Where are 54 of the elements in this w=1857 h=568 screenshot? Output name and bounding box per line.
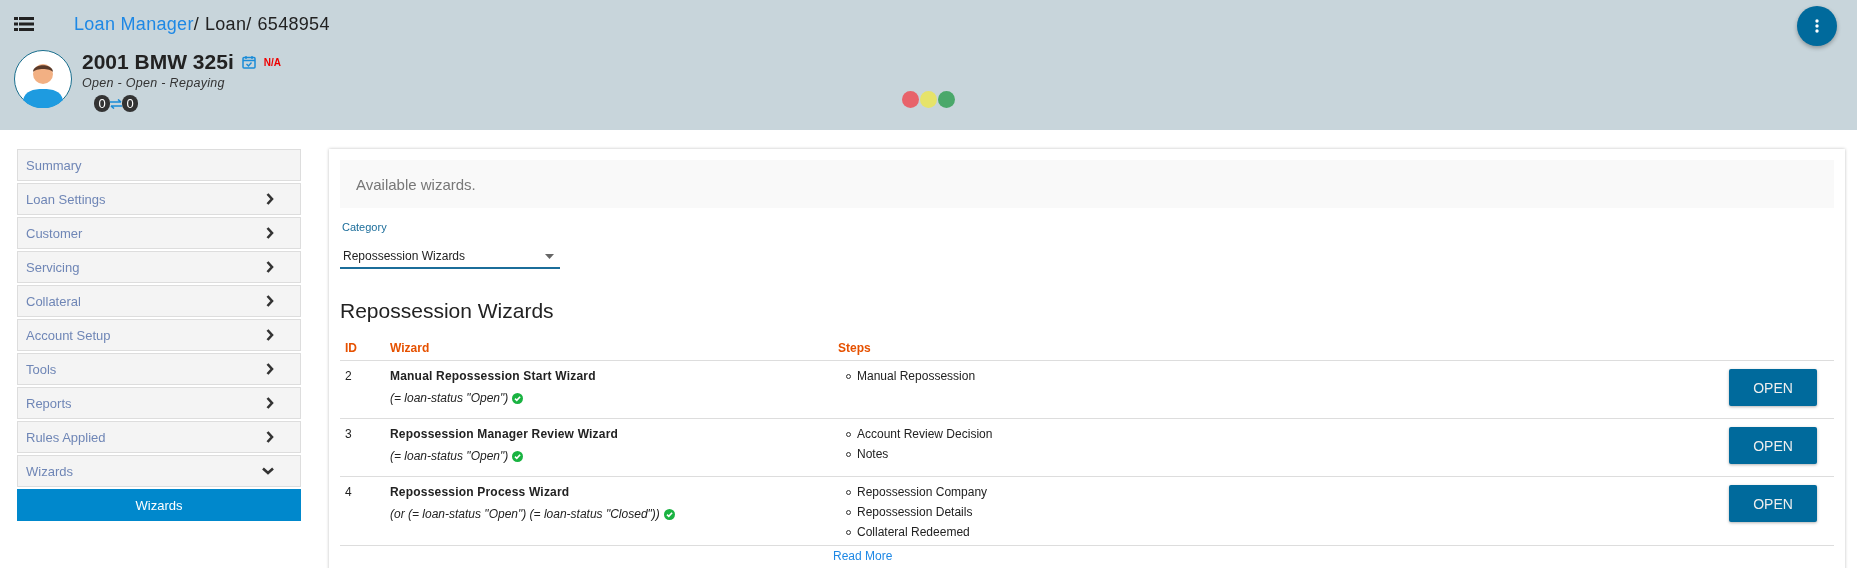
sidebar-item[interactable]: Account Setup — [17, 319, 301, 351]
read-more-link[interactable]: Read More — [833, 549, 893, 563]
sidebar-subitem[interactable]: Wizards — [17, 489, 301, 521]
sidebar-item[interactable]: Loan Settings — [17, 183, 301, 215]
open-button[interactable]: OPEN — [1729, 369, 1817, 406]
category-select[interactable]: Repossession Wizards — [340, 245, 560, 269]
breadcrumb-link[interactable]: Loan Manager — [74, 13, 194, 35]
wizard-name: Repossession Manager Review Wizard — [390, 427, 620, 441]
sidebar-item[interactable]: Reports — [17, 387, 301, 419]
calendar-check-icon[interactable] — [241, 55, 256, 69]
wizard-name: Repossession Process Wizard — [390, 485, 571, 499]
breadcrumb-item: Loan — [205, 13, 247, 35]
column-header: Wizard — [389, 341, 431, 355]
info-banner: Available wizards. — [340, 160, 1834, 208]
loan-status: Open - Open - Repaying — [82, 76, 226, 90]
wizard-condition: (= loan-status "Open") — [390, 391, 509, 405]
sidebar-item[interactable]: Summary — [17, 149, 301, 181]
count-badge: 0 — [94, 95, 110, 112]
list-menu-icon[interactable] — [14, 16, 34, 32]
caret-icon — [545, 253, 554, 259]
wizard-step: Repossession Company — [857, 485, 988, 499]
wizard-step: Account Review Decision — [857, 427, 993, 441]
sidebar-item[interactable]: Wizards — [17, 455, 301, 487]
wizard-step: Collateral Redeemed — [857, 525, 970, 539]
column-header: Steps — [837, 341, 872, 355]
open-button[interactable]: OPEN — [1729, 485, 1817, 522]
open-button[interactable]: OPEN — [1729, 427, 1817, 464]
breadcrumb-item: 6548954 — [257, 13, 330, 35]
vertical-dots-icon — [1815, 19, 1819, 33]
loan-title: 2001 BMW 325i — [82, 50, 234, 74]
wizard-step: Manual Repossession — [857, 369, 976, 383]
section-heading: Repossession Wizards — [340, 299, 555, 323]
table-cell-text: 4 — [344, 485, 353, 501]
avatar-icon — [14, 50, 72, 108]
breadcrumb-separator: / — [246, 13, 252, 35]
sidebar-item[interactable]: Tools — [17, 353, 301, 385]
wizard-condition: (or (= loan-status "Open") (= loan-status "Closed")) — [390, 507, 660, 521]
column-header: ID — [344, 341, 358, 355]
sidebar-item[interactable]: Rules Applied — [17, 421, 301, 453]
transfer-arrows-icon — [110, 98, 122, 109]
wizard-step: Repossession Details — [857, 505, 973, 519]
count-badge: 0 — [122, 95, 138, 112]
date-status-label: N/A — [263, 56, 281, 68]
wizard-step: Notes — [857, 447, 889, 461]
more-options-button[interactable] — [1797, 6, 1837, 46]
sidebar-item[interactable]: Customer — [17, 217, 301, 249]
sidebar-item[interactable]: Servicing — [17, 251, 301, 283]
table-cell-text: 3 — [344, 427, 353, 443]
sidebar-item[interactable]: Collateral — [17, 285, 301, 317]
wizard-condition: (= loan-status "Open") — [390, 449, 509, 463]
table-cell-text: 2 — [344, 369, 353, 385]
field-label: Category — [341, 221, 388, 233]
breadcrumb-separator: / — [193, 13, 199, 35]
wizard-name: Manual Repossession Start Wizard — [390, 369, 597, 383]
